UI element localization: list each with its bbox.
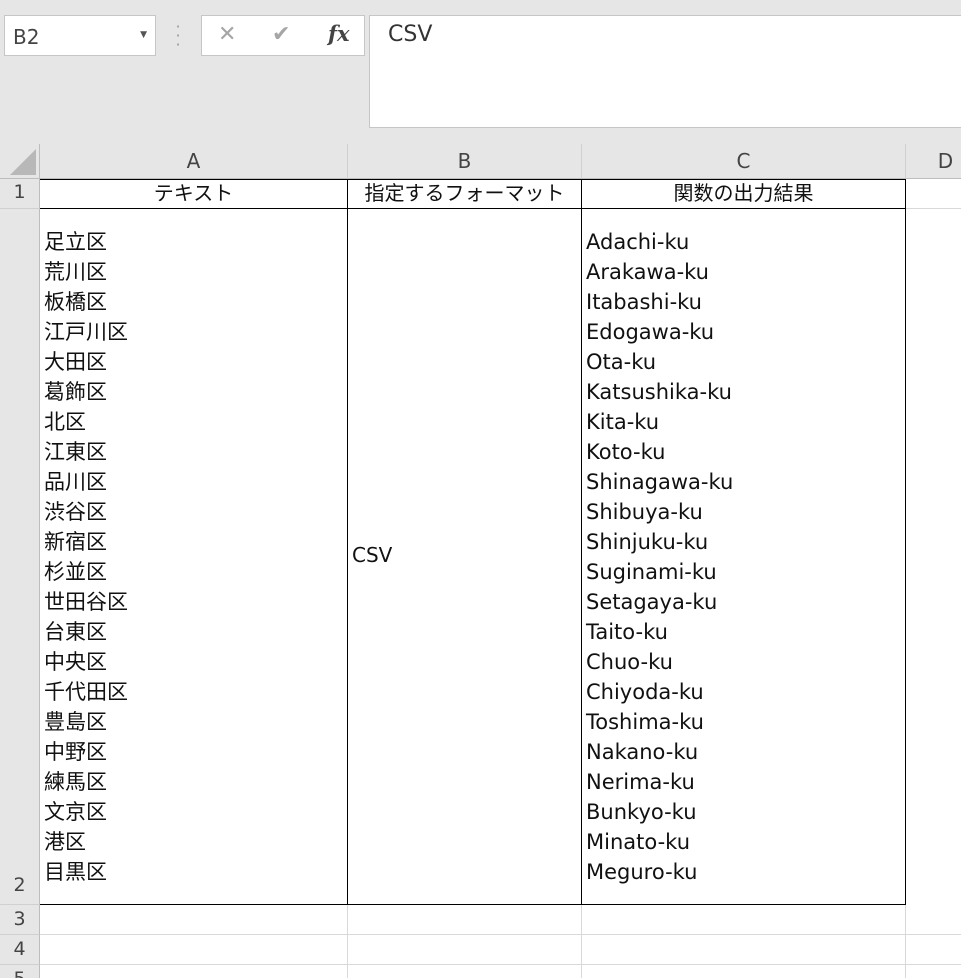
ward-name-jp: 豊島区 xyxy=(44,710,107,734)
ward-name-jp: 港区 xyxy=(44,830,86,854)
ward-name-jp: 世田谷区 xyxy=(44,590,128,614)
ward-name-jp: 中野区 xyxy=(44,740,107,764)
ward-name-en: Adachi-ku xyxy=(586,230,690,254)
ward-name-en: Meguro-ku xyxy=(586,860,698,884)
vertical-dots-icon[interactable]: · · · xyxy=(172,19,184,53)
ward-name-en: Shinagawa-ku xyxy=(586,470,734,494)
formula-value: CSV xyxy=(388,22,433,47)
ward-name-jp: 千代田区 xyxy=(44,680,128,704)
ward-name-jp: 練馬区 xyxy=(44,770,107,794)
ward-name-en: Minato-ku xyxy=(586,830,691,854)
ward-name-jp: 大田区 xyxy=(44,350,107,374)
ward-name-jp: 文京区 xyxy=(44,800,107,824)
column-header-c[interactable]: C xyxy=(582,144,906,179)
column-header-a[interactable]: A xyxy=(40,144,348,179)
ward-name-jp: 葛飾区 xyxy=(44,380,107,404)
table-border xyxy=(40,208,906,209)
select-all-corner[interactable] xyxy=(0,144,40,179)
ward-name-jp: 北区 xyxy=(44,410,86,434)
ward-name-en: Taito-ku xyxy=(586,620,668,644)
insert-function-icon[interactable]: fx xyxy=(328,21,350,46)
cell-c2[interactable]: Adachi-ku Arakawa-ku Itabashi-ku Edogawa-ku… xyxy=(586,227,904,887)
cell-b2[interactable]: CSV xyxy=(352,543,580,567)
name-box[interactable]: B2 ▼ xyxy=(4,15,156,56)
ward-name-jp: 江戸川区 xyxy=(44,320,128,344)
ward-name-jp: 江東区 xyxy=(44,440,107,464)
chevron-down-icon[interactable]: ▼ xyxy=(140,30,147,40)
cancel-icon[interactable]: ✕ xyxy=(218,22,236,47)
cell-a1[interactable]: テキスト xyxy=(40,179,347,208)
ward-name-jp: 渋谷区 xyxy=(44,500,107,524)
ward-name-en: Chuo-ku xyxy=(586,650,673,674)
ward-name-en: Setagaya-ku xyxy=(586,590,718,614)
formula-input[interactable]: CSV xyxy=(369,15,961,128)
ward-name-en: Toshima-ku xyxy=(586,710,704,734)
ward-name-jp: 目黒区 xyxy=(44,860,107,884)
column-header-b[interactable]: B xyxy=(348,144,582,179)
row-header-3[interactable]: 3 xyxy=(0,905,40,935)
ward-name-en: Arakawa-ku xyxy=(586,260,709,284)
ward-name-jp: 品川区 xyxy=(44,470,107,494)
ward-name-en: Edogawa-ku xyxy=(586,320,715,344)
table-border xyxy=(347,179,348,905)
ward-name-jp: 板橋区 xyxy=(44,290,107,314)
ward-name-jp: 杉並区 xyxy=(44,560,107,584)
row-header-4[interactable]: 4 xyxy=(0,935,40,965)
ward-name-en: Bunkyo-ku xyxy=(586,800,697,824)
gridline xyxy=(40,964,961,965)
ward-name-en: Koto-ku xyxy=(586,440,666,464)
row-header-1[interactable]: 1 xyxy=(0,179,40,209)
ward-name-en: Nakano-ku xyxy=(586,740,699,764)
cell-a2[interactable]: 足立区荒川区板橋区江戸川区大田区葛飾区北区江東区品川区渋谷区新宿区杉並区世田谷区… xyxy=(44,227,344,887)
spreadsheet-grid[interactable]: A B C D 1 2 3 4 5 テキスト 指定するフォーマット 関数の出力結… xyxy=(0,144,961,978)
ward-name-en: Nerima-ku xyxy=(586,770,695,794)
ward-name-en: Suginami-ku xyxy=(586,560,717,584)
ward-name-en: Katsushika-ku xyxy=(586,380,732,404)
row-header-5[interactable]: 5 xyxy=(0,965,40,978)
name-box-value: B2 xyxy=(13,25,40,49)
row-header-2[interactable]: 2 xyxy=(0,209,40,905)
formula-buttons: ✕ ✔ fx xyxy=(201,15,365,56)
ward-name-jp: 台東区 xyxy=(44,620,107,644)
table-border xyxy=(581,179,582,905)
ward-name-en: Shibuya-ku xyxy=(586,500,703,524)
ward-name-jp: 新宿区 xyxy=(44,530,107,554)
cell-b1[interactable]: 指定するフォーマット xyxy=(348,179,581,208)
ward-name-en: Ota-ku xyxy=(586,350,657,374)
column-header-d[interactable]: D xyxy=(906,144,961,179)
ward-name-jp: 荒川区 xyxy=(44,260,107,284)
ward-name-jp: 足立区 xyxy=(44,230,107,254)
enter-icon[interactable]: ✔ xyxy=(272,22,290,47)
ward-name-en: Chiyoda-ku xyxy=(586,680,704,704)
ward-name-en: Shinjuku-ku xyxy=(586,530,709,554)
ward-name-en: Itabashi-ku xyxy=(586,290,702,314)
gridline xyxy=(40,934,961,935)
ward-name-en: Kita-ku xyxy=(586,410,660,434)
ward-name-jp: 中央区 xyxy=(44,650,107,674)
cell-c1[interactable]: 関数の出力結果 xyxy=(582,179,905,208)
